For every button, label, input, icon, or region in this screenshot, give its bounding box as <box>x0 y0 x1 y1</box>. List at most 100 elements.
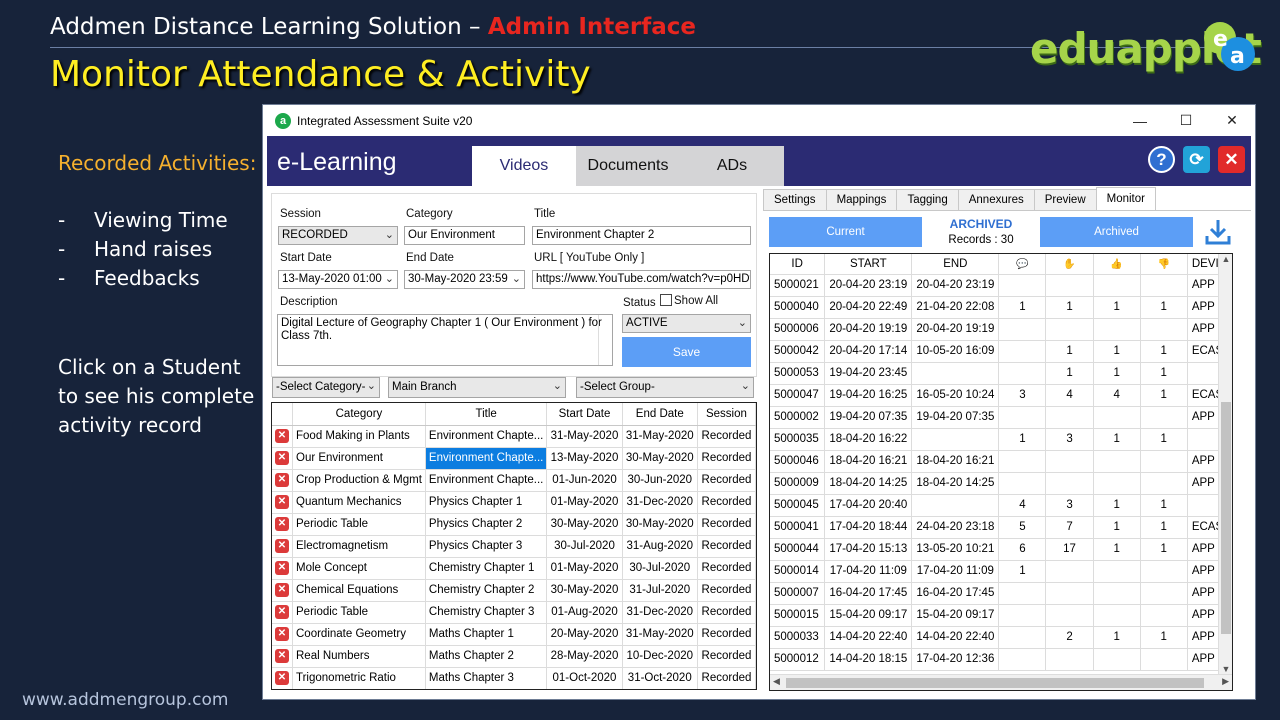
help-icon[interactable]: ? <box>1148 146 1175 173</box>
delete-icon[interactable]: ✕ <box>275 495 289 509</box>
delete-icon[interactable]: ✕ <box>275 517 289 531</box>
tab-monitor[interactable]: Monitor <box>1095 187 1156 210</box>
col-end[interactable]: END <box>911 254 1000 275</box>
cell-start: 17-04-20 18:44 <box>824 516 913 539</box>
cell-end: 19-04-20 07:35 <box>911 406 1000 429</box>
window-titlebar[interactable]: a Integrated Assessment Suite v20 — ☐ ✕ <box>263 105 1255 136</box>
table-row[interactable]: 5000002 19-04-20 07:35 19-04-20 07:35 APP <box>770 406 1232 429</box>
table-row[interactable]: 5000021 20-04-20 23:19 20-04-20 23:19 APP <box>770 274 1232 297</box>
col-end-date[interactable]: End Date <box>622 403 698 426</box>
cell-category: Chemical Equations <box>292 579 426 602</box>
scroll-thumb[interactable] <box>1221 402 1231 634</box>
tab-documents[interactable]: Documents <box>576 146 680 186</box>
cell-id: 5000047 <box>770 384 826 407</box>
table-row[interactable]: ✕ Coordinate Geometry Maths Chapter 1 20-Ma… <box>272 623 756 646</box>
delete-icon[interactable]: ✕ <box>275 561 289 575</box>
refresh-icon[interactable]: ⟳ <box>1183 146 1210 173</box>
table-row[interactable]: 5000014 17-04-20 11:09 17-04-20 11:09 1 APP <box>770 560 1232 583</box>
table-row[interactable]: 5000045 17-04-20 20:40 4 3 1 1 <box>770 494 1232 517</box>
end-date-picker[interactable]: 30-May-2020 23:59 ⌄ <box>404 270 525 289</box>
close-icon[interactable]: ✕ <box>1218 146 1245 173</box>
url-field[interactable]: https://www.YouTube.com/watch?v=p0HDt <box>532 270 751 289</box>
tab-settings[interactable]: Settings <box>763 189 827 210</box>
chevron-down-icon: ⌄ <box>384 273 394 285</box>
delete-icon[interactable]: ✕ <box>275 627 289 641</box>
scroll-right-icon[interactable]: ▶ <box>1222 676 1229 687</box>
col-start[interactable]: START <box>824 254 913 275</box>
table-row[interactable]: 5000033 14-04-20 22:40 14-04-20 22:40 2 1 1 AP… <box>770 626 1232 649</box>
category-filter-select[interactable]: -Select Category- ⌄ <box>272 377 380 398</box>
delete-icon[interactable]: ✕ <box>275 583 289 597</box>
scroll-up-icon[interactable]: ▲ <box>1219 254 1232 264</box>
table-row[interactable]: ✕ Periodic Table Chemistry Chapter 3 01-Aug… <box>272 601 756 624</box>
close-window-button[interactable]: ✕ <box>1209 105 1255 136</box>
session-select[interactable]: RECORDED ⌄ <box>278 226 398 245</box>
checkbox-box[interactable] <box>660 294 672 306</box>
table-row[interactable]: 5000042 20-04-20 17:14 10-05-20 16:09 1 1 1 EC… <box>770 340 1232 363</box>
table-row[interactable]: 5000047 19-04-20 16:25 16-05-20 10:24 3 4 4 1 E… <box>770 384 1232 407</box>
current-button[interactable]: Current <box>769 217 922 247</box>
table-row[interactable]: ✕ Periodic Table Physics Chapter 2 30-May-2… <box>272 513 756 536</box>
horizontal-scrollbar[interactable]: ◀ ▶ <box>770 674 1232 690</box>
table-row[interactable]: ✕ Crop Production & Mgmt Environment Chapt… <box>272 469 756 492</box>
slide-header: Addmen Distance Learning Solution – Admi… <box>50 14 696 40</box>
description-scrollbar[interactable] <box>598 315 612 365</box>
description-field[interactable]: Digital Lecture of Geography Chapter 1 (… <box>277 314 613 366</box>
table-row[interactable]: ✕ Mole Concept Chemistry Chapter 1 01-May-2… <box>272 557 756 580</box>
group-filter-select[interactable]: -Select Group- ⌄ <box>576 377 754 398</box>
tab-videos[interactable]: Videos <box>472 146 576 186</box>
archived-button[interactable]: Archived <box>1040 217 1193 247</box>
table-row[interactable]: ✕ Real Numbers Maths Chapter 2 28-May-2020 1… <box>272 645 756 668</box>
table-row[interactable]: 5000009 18-04-20 14:25 18-04-20 14:25 APP <box>770 472 1232 495</box>
table-row[interactable]: ✕ Food Making in Plants Environment Chapte… <box>272 425 756 448</box>
table-row[interactable]: ✕ Trigonometric Ratio Maths Chapter 3 01-Oc… <box>272 667 756 689</box>
table-row[interactable]: ✕ Our Environment Environment Chapte... 13-… <box>272 447 756 470</box>
scroll-thumb[interactable] <box>786 678 1204 688</box>
tab-ads[interactable]: ADs <box>680 146 784 186</box>
tab-preview[interactable]: Preview <box>1033 189 1097 210</box>
start-date-picker[interactable]: 13-May-2020 01:00 ⌄ <box>278 270 398 289</box>
maximize-button[interactable]: ☐ <box>1163 105 1209 136</box>
title-field[interactable]: Environment Chapter 2 <box>532 226 751 245</box>
table-row[interactable]: 5000053 19-04-20 23:45 1 1 1 <box>770 362 1232 385</box>
branch-filter-select[interactable]: Main Branch ⌄ <box>388 377 566 398</box>
category-field[interactable]: Our Environment <box>404 226 525 245</box>
delete-icon[interactable]: ✕ <box>275 539 289 553</box>
col-id[interactable]: ID <box>770 254 826 275</box>
tab-tagging[interactable]: Tagging <box>896 189 959 210</box>
delete-icon[interactable]: ✕ <box>275 649 289 663</box>
tab-annexures[interactable]: Annexures <box>957 189 1035 210</box>
table-row[interactable]: 5000041 17-04-20 18:44 24-04-20 23:18 5 7 1 1 E… <box>770 516 1232 539</box>
cell-likes <box>1093 582 1141 605</box>
table-row[interactable]: 5000007 16-04-20 17:45 16-04-20 17:45 APP <box>770 582 1232 605</box>
tab-mappings[interactable]: Mappings <box>825 189 898 210</box>
table-row[interactable]: ✕ Electromagnetism Physics Chapter 3 30-Jul… <box>272 535 756 558</box>
table-row[interactable]: 5000015 15-04-20 09:17 15-04-20 09:17 APP <box>770 604 1232 627</box>
col-start-date[interactable]: Start Date <box>546 403 623 426</box>
table-row[interactable]: 5000040 20-04-20 22:49 21-04-20 22:08 1 1 1 1 A… <box>770 296 1232 319</box>
cell-dislikes: 1 <box>1140 296 1188 319</box>
delete-icon[interactable]: ✕ <box>275 671 289 685</box>
save-button[interactable]: Save <box>622 337 751 367</box>
table-row[interactable]: ✕ Chemical Equations Chemistry Chapter 2 30… <box>272 579 756 602</box>
scroll-left-icon[interactable]: ◀ <box>773 676 780 687</box>
scroll-down-icon[interactable]: ▼ <box>1219 664 1232 674</box>
vertical-scrollbar[interactable]: ▲ ▼ <box>1218 254 1232 674</box>
minimize-button[interactable]: — <box>1117 105 1163 136</box>
show-all-checkbox[interactable]: Show All <box>660 294 718 307</box>
table-row[interactable]: 5000012 14-04-20 18:15 17-04-20 12:36 APP <box>770 648 1232 671</box>
col-session[interactable]: Session <box>697 403 756 426</box>
col-title[interactable]: Title <box>425 403 548 426</box>
table-row[interactable]: ✕ Quantum Mechanics Physics Chapter 1 01-Ma… <box>272 491 756 514</box>
table-row[interactable]: 5000044 17-04-20 15:13 13-05-20 10:21 6 17 1 1… <box>770 538 1232 561</box>
table-row[interactable]: 5000035 18-04-20 16:22 1 3 1 1 <box>770 428 1232 451</box>
delete-icon[interactable]: ✕ <box>275 605 289 619</box>
delete-icon[interactable]: ✕ <box>275 429 289 443</box>
col-category[interactable]: Category <box>292 403 426 426</box>
delete-icon[interactable]: ✕ <box>275 473 289 487</box>
delete-icon[interactable]: ✕ <box>275 451 289 465</box>
table-row[interactable]: 5000046 18-04-20 16:21 18-04-20 16:21 APP <box>770 450 1232 473</box>
table-row[interactable]: 5000006 20-04-20 19:19 20-04-20 19:19 APP <box>770 318 1232 341</box>
status-select[interactable]: ACTIVE ⌄ <box>622 314 751 333</box>
download-icon[interactable] <box>1203 217 1233 247</box>
